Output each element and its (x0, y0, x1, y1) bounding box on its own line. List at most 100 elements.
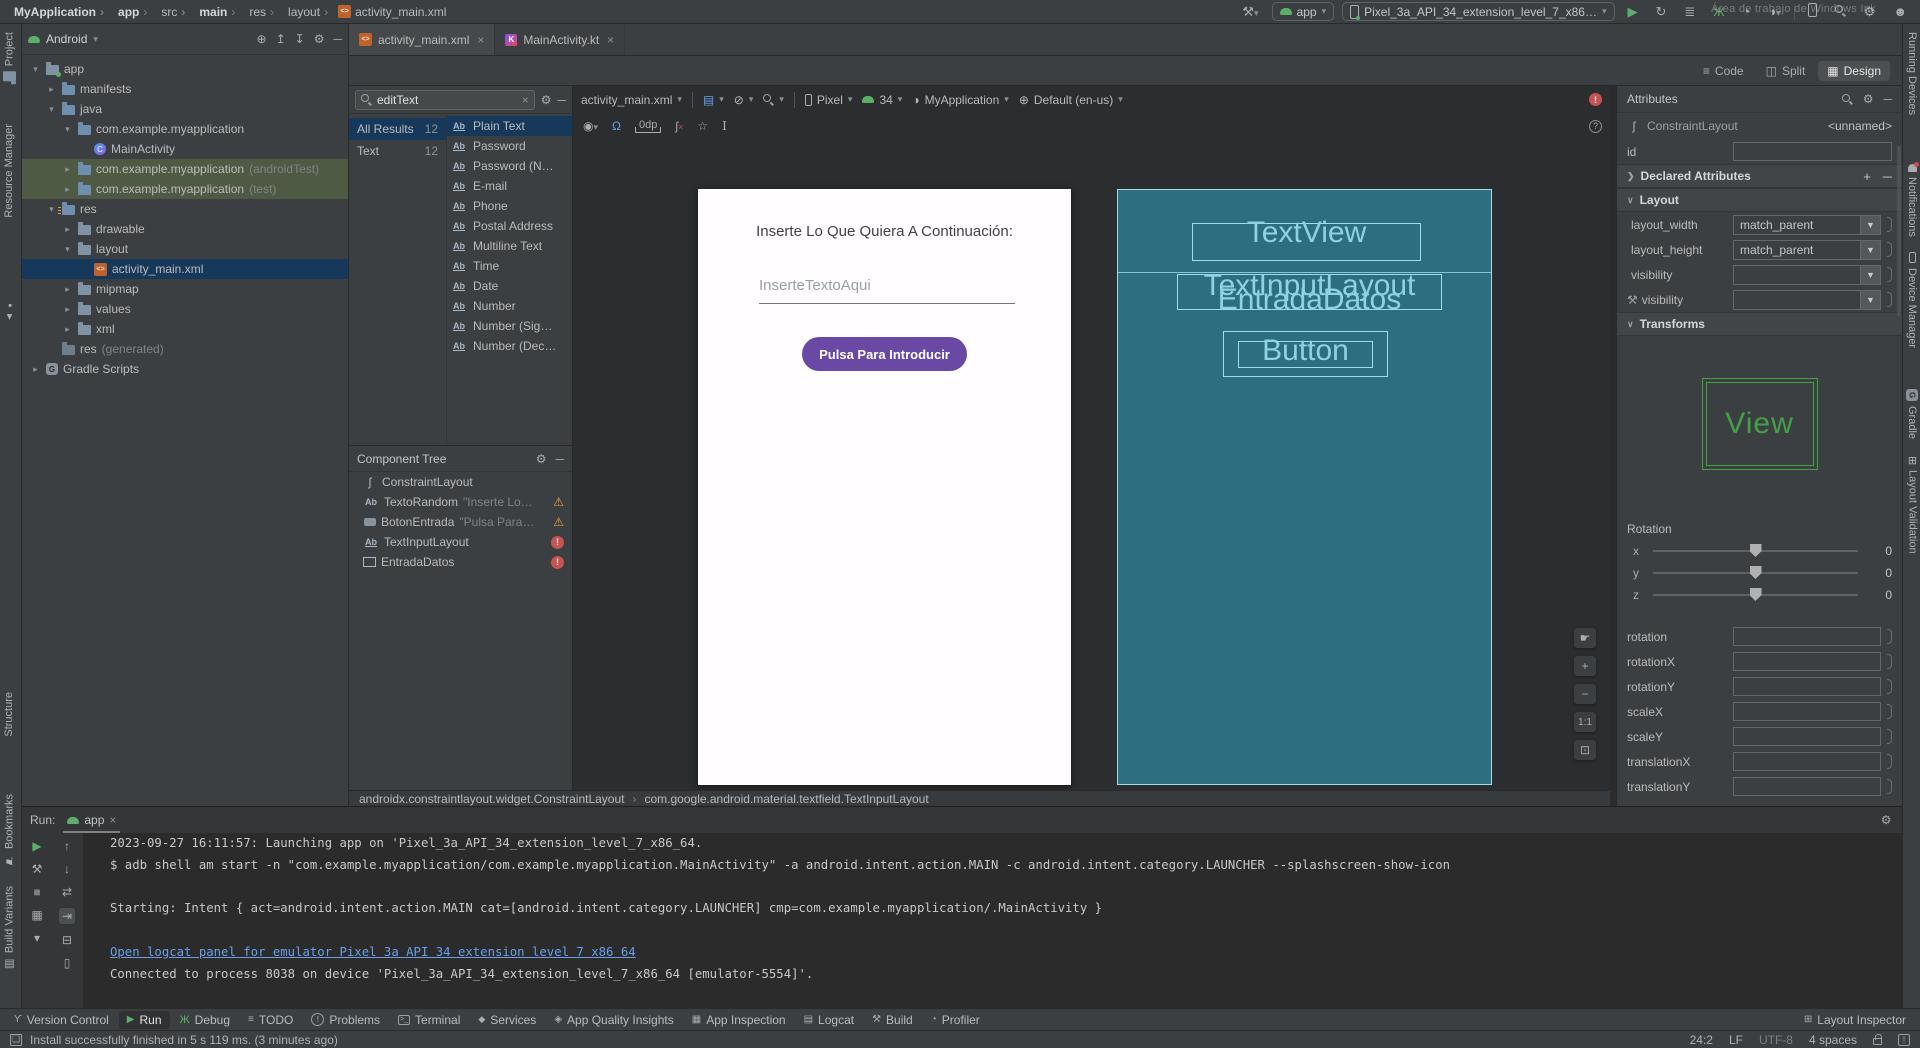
tool-stripe-notifications[interactable]: Notifications (1906, 164, 1918, 237)
caret-position[interactable]: 24:2 (1690, 1033, 1713, 1047)
hide-panel-icon[interactable]: ─ (1883, 92, 1892, 106)
tool-stripe-extra-icon[interactable]: ▴▪ (3, 299, 16, 324)
tree-item[interactable]: ▸ xml (22, 319, 348, 339)
id-input[interactable] (1733, 142, 1892, 161)
designer-breadcrumb-item[interactable]: com.google.android.material.textfield.Te… (627, 792, 931, 806)
tool-stripe-gradle[interactable]: Gradle (1906, 389, 1918, 439)
design-preview-phone[interactable]: Inserte Lo Que Quiera A Continuación: In… (698, 189, 1071, 785)
tool-window-button[interactable]: Build (864, 1011, 921, 1029)
attribute-dropdown[interactable]: match_parent ▼ (1733, 215, 1881, 235)
tree-item[interactable]: MainActivity (22, 139, 348, 159)
breadcrumb-item[interactable]: activity_main.xml (322, 5, 448, 19)
clear-constraints-icon[interactable]: ʃ× (675, 119, 683, 133)
help-icon[interactable]: ? (1589, 120, 1602, 133)
zoom-ratio-button[interactable]: 1:1 (1574, 712, 1596, 732)
settings-gear-icon[interactable]: ⚙ (1859, 4, 1881, 20)
pick-resource-button[interactable] (1887, 217, 1892, 232)
gear-icon[interactable]: ⚙ (1863, 92, 1874, 106)
layout-section[interactable]: ∨Layout (1617, 188, 1902, 212)
component-tree-item[interactable]: BotonEntrada "Pulsa Para… ⚠ (349, 512, 572, 532)
editor-tab[interactable]: MainActivity.kt × (495, 24, 625, 55)
tool-window-button[interactable]: TODO (240, 1011, 301, 1029)
pin-tab-icon[interactable]: ▾ (34, 931, 40, 945)
view-mode-tab[interactable]: Design (1818, 61, 1890, 81)
clear-all-icon[interactable]: ▯ (64, 956, 71, 970)
tool-window-button[interactable]: App Inspection (684, 1011, 794, 1029)
tool-stripe-bookmarks[interactable]: ⚑ Bookmarks (3, 794, 16, 867)
breadcrumb-item[interactable]: MyApplication (8, 5, 98, 19)
component-tree-item[interactable]: ConstraintLayout (349, 472, 572, 492)
run-console[interactable]: 2023-09-27 16:11:57: Launching app on 'P… (96, 833, 1920, 1008)
view-options-eye-icon[interactable]: ◉▾ (583, 119, 598, 133)
expand-arrow-icon[interactable]: ▸ (46, 84, 57, 95)
default-margin-control[interactable]: 0dp (635, 119, 661, 133)
tool-window-button[interactable]: Services (470, 1011, 544, 1029)
project-view-selector[interactable]: Android (46, 32, 87, 46)
palette-search-input[interactable]: editText × (355, 90, 535, 110)
expand-arrow-icon[interactable]: ▾ (46, 204, 57, 215)
slider-thumb[interactable] (1750, 544, 1762, 557)
tool-stripe-running-devices[interactable]: Running Devices (1906, 32, 1918, 115)
close-icon[interactable]: × (477, 33, 484, 47)
tool-stripe-build-variants[interactable]: ▤ Build Variants (3, 886, 16, 971)
gear-icon[interactable]: ⚙ (536, 452, 547, 466)
expand-arrow-icon[interactable]: ▾ (62, 124, 73, 135)
declared-attributes-section[interactable]: ❯Declared Attributes + ─ (1617, 164, 1902, 188)
rotation-slider[interactable] (1653, 572, 1858, 574)
breadcrumb-item[interactable]: res (229, 5, 268, 19)
pick-resource-button[interactable] (1887, 242, 1892, 257)
component-tree-item[interactable]: EntradaDatos ! (349, 552, 572, 572)
add-attribute-button[interactable]: + (1863, 169, 1871, 184)
tool-stripe-device-manager[interactable]: Device Manager (1906, 252, 1918, 348)
align-distribute-icon[interactable]: Ⅰ (722, 119, 727, 133)
expand-arrow-icon[interactable]: ▸ (62, 184, 73, 195)
attribute-dropdown[interactable]: match_parent ▼ (1733, 240, 1881, 260)
expand-arrow-icon[interactable]: ▸ (62, 304, 73, 315)
profile-app-icon[interactable]: ◔ (1737, 4, 1755, 19)
preview-button[interactable]: Pulsa Para Introducir (802, 337, 967, 371)
palette-category[interactable]: All Results 12 (349, 118, 446, 140)
device-for-preview-selector[interactable]: Pixel ▾ (805, 93, 853, 107)
slider-thumb[interactable] (1750, 566, 1762, 579)
status-message[interactable]: Install successfully finished in 5 s 119… (30, 1033, 338, 1047)
palette-item[interactable]: Plain Text (447, 116, 572, 136)
gauge-icon[interactable]: ◑▾ (1763, 4, 1785, 19)
component-tree-item[interactable]: TextoRandom "Inserte Lo… ⚠ (349, 492, 572, 512)
line-ending[interactable]: LF (1729, 1033, 1743, 1047)
pick-resource-button[interactable] (1887, 654, 1892, 669)
collapse-all-icon[interactable]: ↧ (295, 32, 305, 46)
remove-attribute-button[interactable]: ─ (1883, 169, 1892, 184)
attribute-dropdown[interactable]: ▼ (1733, 290, 1881, 310)
expand-arrow-icon[interactable]: ▾ (46, 104, 57, 115)
attributes-scrollbar[interactable] (1897, 146, 1901, 316)
transform-input[interactable] (1733, 702, 1881, 721)
pick-resource-button[interactable] (1887, 754, 1892, 769)
build-hammer-icon[interactable]: ⚒▾ (1237, 4, 1263, 20)
rotation-slider[interactable] (1653, 594, 1858, 596)
run-button[interactable]: ▶ (1623, 4, 1643, 20)
transform-input[interactable] (1733, 652, 1881, 671)
print-icon[interactable]: ⊟ (62, 933, 72, 947)
run-tab-app[interactable]: app × (63, 807, 120, 833)
night-mode-icon[interactable]: ▾ (763, 94, 784, 105)
locate-file-icon[interactable]: ⊕ (257, 32, 267, 46)
tree-item[interactable]: ▾ app (22, 59, 348, 79)
tool-window-button[interactable]: Terminal (390, 1011, 468, 1029)
soft-wrap-icon[interactable]: ⇄ (62, 885, 72, 899)
slider-thumb[interactable] (1750, 588, 1762, 601)
pick-resource-button[interactable] (1887, 704, 1892, 719)
blueprint-textinputlayout-box[interactable]: TextInputLayout EntradaDatos (1177, 274, 1442, 310)
hide-panel-icon[interactable]: ─ (555, 452, 564, 466)
design-surface[interactable]: activity_main.xml ▾ ▤▾ ⊘▾ ▾ Pixel ▾ 34 ▾… (573, 86, 1610, 790)
transform-input[interactable] (1733, 677, 1881, 696)
blueprint-textview-box[interactable]: TextView (1192, 223, 1421, 261)
palette-item[interactable]: Postal Address (447, 216, 572, 236)
zoom-to-fit-icon[interactable]: ⊡ (1574, 740, 1596, 760)
window-icon[interactable]: ❑ (10, 1034, 22, 1046)
layout-file-selector[interactable]: activity_main.xml ▾ (581, 93, 682, 107)
tool-window-button[interactable]: Profiler (923, 1011, 988, 1029)
tool-window-button[interactable]: Run (119, 1011, 170, 1029)
restore-layout-icon[interactable]: ▦ (31, 908, 42, 922)
close-icon[interactable]: × (109, 813, 116, 827)
tree-item[interactable]: ▾ layout (22, 239, 348, 259)
